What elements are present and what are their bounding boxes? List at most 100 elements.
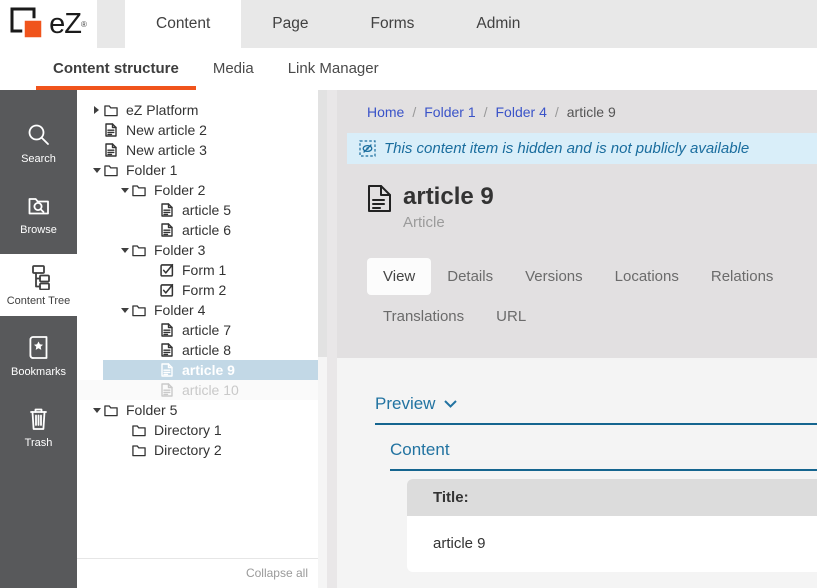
tree-item[interactable]: eZ Platform (77, 100, 318, 120)
folder-icon (104, 403, 118, 417)
tree-item[interactable]: article 9 (77, 360, 318, 380)
preview-section-toggle[interactable]: Preview (375, 358, 817, 425)
tree-item-label: article 7 (182, 322, 231, 338)
sidebar-item-bookmarks[interactable]: Bookmarks (0, 325, 77, 387)
sidebar-item-label: Browse (20, 224, 57, 236)
tree-expand-arrow[interactable] (148, 344, 160, 356)
hidden-eye-icon (359, 140, 376, 157)
sidebar-item-label: Bookmarks (11, 366, 66, 378)
sub-nav-tab[interactable]: Media (196, 48, 271, 90)
tree-item[interactable]: New article 2 (77, 120, 318, 140)
tree-item[interactable]: article 6 (77, 220, 318, 240)
sub-nav-tab[interactable]: Content structure (36, 48, 196, 90)
tree-expand-arrow[interactable] (148, 364, 160, 376)
collapse-all-button[interactable]: Collapse all (77, 558, 318, 588)
tree-item-label: Folder 5 (126, 402, 177, 418)
tree-item[interactable]: New article 3 (77, 140, 318, 160)
top-nav-tab[interactable]: Page (241, 0, 339, 48)
sidebar-item-trash[interactable]: Trash (0, 396, 77, 458)
top-nav-tab[interactable]: Admin (445, 0, 551, 48)
tree-item[interactable]: Directory 1 (77, 420, 318, 440)
sidebar-item-search[interactable]: Search (0, 112, 77, 174)
tree-item-label: article 9 (182, 362, 235, 378)
content-tab[interactable]: Versions (509, 258, 599, 295)
browse-icon (25, 192, 52, 219)
left-sidebar: Search Browse Content Tree Bookmarks (0, 90, 77, 588)
tree-expand-arrow[interactable] (120, 444, 132, 456)
content-title-text: article 9 Article (403, 184, 494, 231)
content-tab[interactable]: Locations (599, 258, 695, 295)
folder-icon (132, 243, 146, 257)
article-icon (367, 184, 392, 231)
sidebar-item-label: Search (21, 153, 56, 165)
sidebar-item-label: Content Tree (7, 295, 71, 307)
tree-item-label: article 5 (182, 202, 231, 218)
tree-expand-arrow[interactable] (120, 244, 132, 256)
folder-icon (132, 423, 146, 437)
tree-expand-arrow[interactable] (148, 224, 160, 236)
article-icon (160, 363, 174, 377)
panel-divider (327, 90, 337, 588)
article-icon (160, 223, 174, 237)
tree-expand-arrow[interactable] (92, 144, 104, 156)
tree-expand-arrow[interactable] (120, 304, 132, 316)
tree-expand-arrow[interactable] (92, 164, 104, 176)
tree-item-label: article 6 (182, 222, 231, 238)
sidebar-item-content-tree[interactable]: Content Tree (0, 254, 77, 316)
top-nav-tab[interactable]: Content (125, 0, 241, 48)
tree-item-label: Directory 2 (154, 442, 222, 458)
tree-expand-arrow[interactable] (148, 264, 160, 276)
main-area: Home/Folder 1/Folder 4/article 9 This co… (337, 90, 817, 588)
tree-expand-arrow[interactable] (148, 324, 160, 336)
tree-expand-arrow[interactable] (92, 404, 104, 416)
tree-item[interactable]: Form 1 (77, 260, 318, 280)
tree-item[interactable]: article 8 (77, 340, 318, 360)
sidebar-item-label: Trash (25, 437, 53, 449)
content-tab[interactable]: Translations (367, 298, 480, 335)
tree-item[interactable]: Folder 3 (77, 240, 318, 260)
breadcrumb-folder-4[interactable]: Folder 4 (496, 104, 547, 120)
tree-item-label: Folder 3 (154, 242, 205, 258)
tree-item[interactable]: Folder 1 (77, 160, 318, 180)
breadcrumb-separator: / (484, 104, 488, 120)
content-tab[interactable]: View (367, 258, 431, 295)
top-nav-tab[interactable]: Forms (340, 0, 446, 48)
content-title-block: article 9 Article (367, 184, 817, 231)
chevron-down-icon (444, 400, 457, 408)
content-type-label: Article (403, 214, 494, 231)
tree-expand-arrow[interactable] (120, 424, 132, 436)
field-label: Title: (407, 479, 817, 516)
tree-expand-arrow[interactable] (148, 204, 160, 216)
tree-item[interactable]: Folder 4 (77, 300, 318, 320)
bookmarks-icon (25, 334, 52, 361)
breadcrumb-home[interactable]: Home (367, 104, 404, 120)
tree-item[interactable]: article 7 (77, 320, 318, 340)
content-tab[interactable]: Relations (695, 258, 790, 295)
tree-expand-arrow[interactable] (92, 104, 104, 116)
sub-nav-tab[interactable]: Link Manager (271, 48, 396, 90)
folder-icon (132, 443, 146, 457)
breadcrumb-separator: / (412, 104, 416, 120)
tree-item[interactable]: Folder 2 (77, 180, 318, 200)
content-tab[interactable]: URL (480, 298, 542, 335)
hidden-content-alert-text: This content item is hidden and is not p… (384, 140, 749, 157)
field-value: article 9 (407, 516, 817, 572)
sidebar-item-browse[interactable]: Browse (0, 183, 77, 245)
ez-logo[interactable]: eZ® (0, 0, 97, 48)
field-card: Title: article 9 (407, 479, 817, 572)
breadcrumb-folder-1[interactable]: Folder 1 (424, 104, 475, 120)
tree-item[interactable]: Directory 2 (77, 440, 318, 460)
tree-item[interactable]: article 10 (77, 380, 318, 400)
tree-expand-arrow[interactable] (92, 124, 104, 136)
tree-expand-arrow[interactable] (148, 384, 160, 396)
tree-expand-arrow[interactable] (148, 284, 160, 296)
tree-item[interactable]: article 5 (77, 200, 318, 220)
content-tab[interactable]: Details (431, 258, 509, 295)
tree-item[interactable]: Form 2 (77, 280, 318, 300)
tree-scrollbar-thumb[interactable] (318, 90, 327, 357)
folder-icon (104, 103, 118, 117)
tree-expand-arrow[interactable] (120, 184, 132, 196)
tree-item[interactable]: Folder 5 (77, 400, 318, 420)
article-icon (160, 343, 174, 357)
tree-scrollbar[interactable] (318, 90, 327, 588)
